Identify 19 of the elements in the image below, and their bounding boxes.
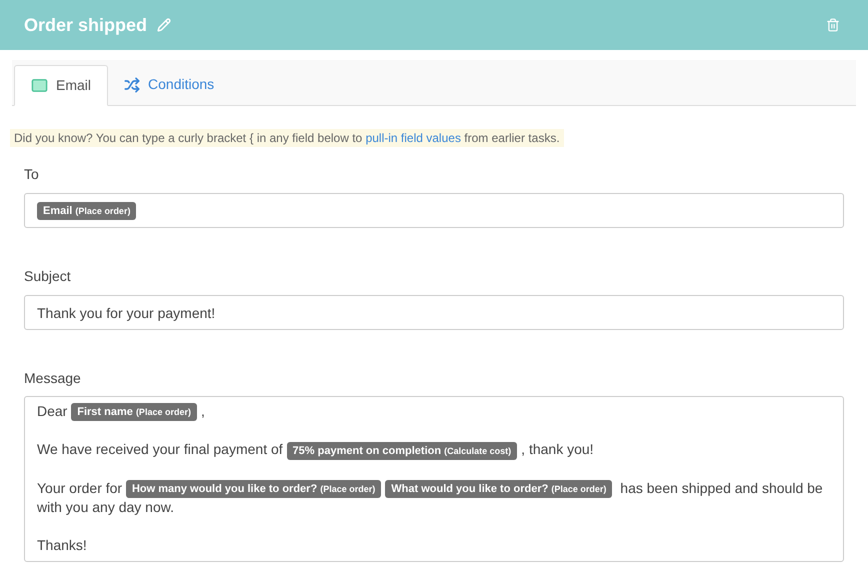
message-paragraph: We have received your final payment of 75% payment on completion (Calculate cost) , thank you! [37,440,831,460]
hint-text: Did you know? You can type a curly bracket { in any field below to pull-in field values from earlier tasks. [10,129,564,147]
field-label: Subject [24,267,72,286]
field-token: 75% payment on completion (Calculate cost) [286,442,518,460]
header-title: Order shipped [24,14,148,37]
tab[interactable]: Conditions [108,64,230,105]
field-token: First name (Place order) [71,403,197,422]
field-label: Message [24,369,82,388]
message-paragraph: Dear First name (Place order) , [37,402,831,422]
field-token: How many would you like to order? (Place order) [126,480,382,498]
field-label: To [24,165,40,184]
pull-in-link[interactable]: pull-in field values [366,131,461,145]
message-paragraph: Thanks! [37,536,88,555]
to-field[interactable]: Email (Place order) [24,193,844,228]
subject-field[interactable]: Thank you for your payment! [24,295,844,330]
tab[interactable]: Email [14,65,108,106]
field-token: What would you like to order? (Place order) [385,480,612,498]
message-paragraph: Your order for How many would you like to order? (Place order) What would you like to order? (Place order) has been shipped and should be with you any day now. [37,478,824,517]
field-token: Email (Place order) [37,202,136,220]
